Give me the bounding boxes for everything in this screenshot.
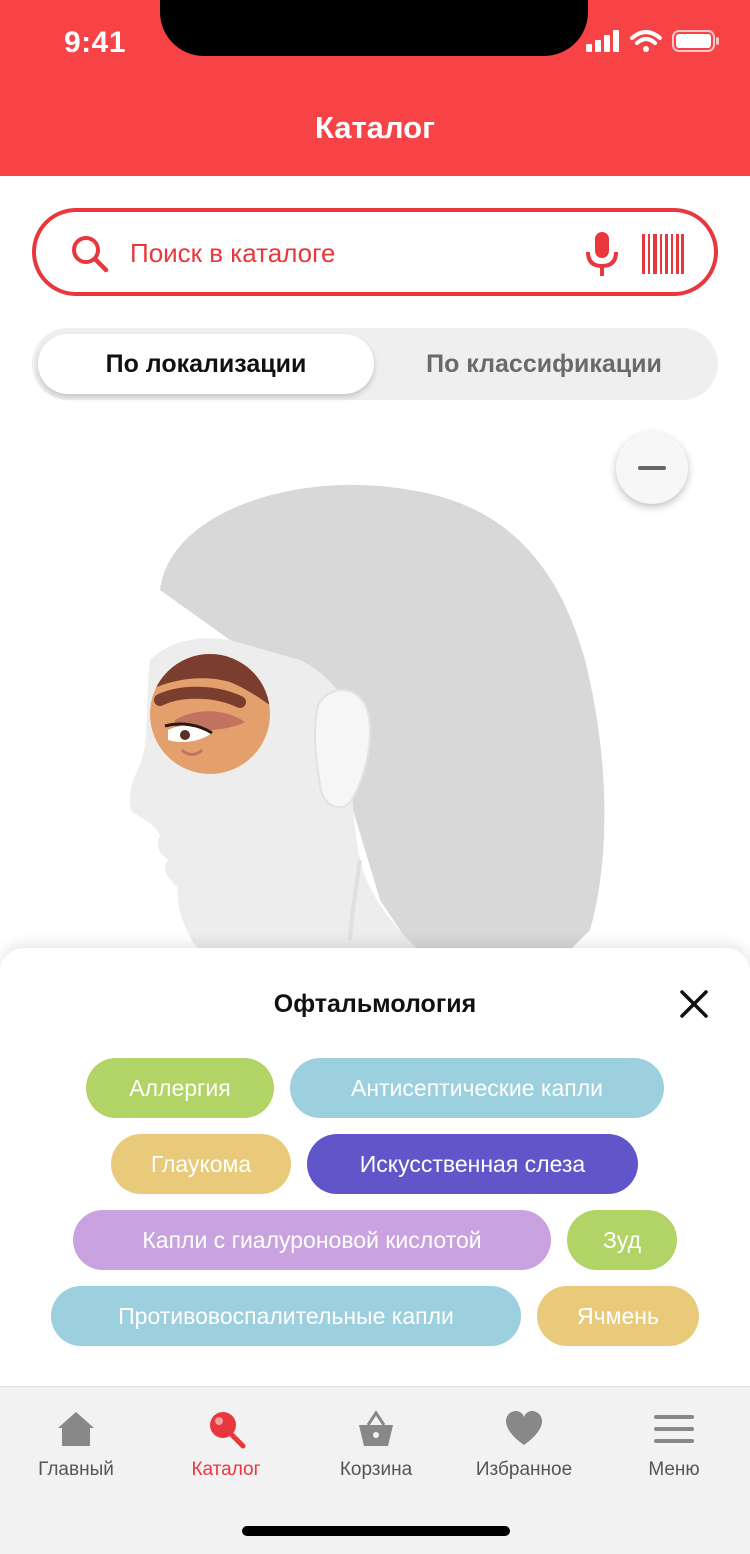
search-icon	[72, 236, 109, 273]
chip-glaucoma[interactable]: Глаукома	[111, 1134, 291, 1194]
category-bottom-sheet: Офтальмология Аллергия Антисептические к…	[0, 948, 750, 1386]
tab-label: Главный	[38, 1459, 114, 1480]
home-icon	[58, 1412, 94, 1446]
search-placeholder[interactable]: Поиск в каталоге	[130, 238, 336, 269]
catalog-mode-segmented-control: По локализации По классификации	[32, 328, 718, 400]
tab-home[interactable]: Главный	[1, 1409, 151, 1480]
catalog-search-icon	[210, 1412, 246, 1449]
chip-artificial-tear[interactable]: Искусственная слеза	[307, 1134, 638, 1194]
tab-menu[interactable]: Меню	[599, 1409, 749, 1480]
barcode-icon[interactable]	[642, 234, 684, 274]
tab-catalog[interactable]: Каталог	[151, 1409, 301, 1480]
tab-favorites[interactable]: Избранное	[449, 1409, 599, 1480]
status-icons	[586, 30, 720, 52]
head-profile-illustration	[129, 484, 605, 960]
tab-label: Каталог	[191, 1459, 261, 1480]
sheet-title: Офтальмология	[273, 990, 477, 1018]
cellular-signal-icon	[586, 30, 619, 52]
wifi-icon	[630, 30, 662, 52]
page-title: Каталог	[314, 110, 436, 145]
home-indicator[interactable]	[242, 1526, 510, 1536]
chip-antiseptic-drops[interactable]: Антисептические капли	[290, 1058, 664, 1118]
tab-cart[interactable]: Корзина	[301, 1409, 451, 1480]
chip-itch[interactable]: Зуд	[567, 1210, 677, 1270]
tab-label: Избранное	[475, 1459, 573, 1480]
chip-stye[interactable]: Ячмень	[537, 1286, 699, 1346]
chip-allergy[interactable]: Аллергия	[86, 1058, 274, 1118]
close-icon[interactable]	[676, 986, 712, 1022]
catalog-search-field[interactable]: Поиск в каталоге	[32, 208, 718, 296]
menu-icon	[654, 1415, 694, 1443]
device-notch	[160, 0, 588, 56]
battery-icon	[672, 30, 719, 52]
minus-icon	[638, 466, 666, 470]
heart-icon	[506, 1411, 542, 1445]
app-header: 9:41 Каталог	[0, 0, 750, 176]
segment-by-classification[interactable]: По классификации	[376, 334, 712, 394]
status-time: 9:41	[64, 26, 127, 59]
chip-anti-inflammatory-drops[interactable]: Противовоспалительные капли	[51, 1286, 521, 1346]
basket-icon	[359, 1410, 393, 1446]
tab-label: Корзина	[339, 1459, 413, 1480]
tab-label: Меню	[648, 1459, 700, 1480]
zoom-out-button[interactable]	[616, 432, 688, 504]
segment-by-localization[interactable]: По локализации	[38, 334, 374, 394]
microphone-icon[interactable]	[584, 230, 620, 278]
chip-hyaluronic-drops[interactable]: Капли с гиалуроновой кислотой	[73, 1210, 551, 1270]
